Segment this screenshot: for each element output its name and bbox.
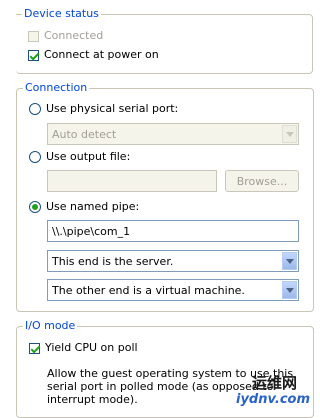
named-pipe-row[interactable]: Use named pipe: [29,200,139,214]
chevron-down-icon[interactable] [282,252,297,270]
yield-cpu-row[interactable]: Yield CPU on poll [29,341,138,355]
connected-checkbox[interactable] [28,30,39,42]
other-end-value: The other end is a virtual machine. [52,283,245,297]
connected-label: Connected [44,29,104,42]
physical-serial-label: Use physical serial port: [46,102,179,115]
connect-at-power-on-checkbox[interactable] [28,49,39,61]
connect-at-power-on-row[interactable]: Connect at power on [28,48,159,62]
other-end-dropdown[interactable]: The other end is a virtual machine. [47,279,299,301]
this-end-value: This end is the server. [52,254,174,268]
output-file-label: Use output file: [46,150,131,163]
connection-legend: Connection [23,81,90,95]
browse-button[interactable]: Browse... [225,170,299,192]
yield-cpu-label: Yield CPU on poll [45,341,138,354]
device-status-legend: Device status [22,7,101,21]
chevron-down-icon [282,125,297,143]
physical-serial-radio[interactable] [29,103,41,115]
pipe-name-value: \\.\pipe\com_1 [52,224,131,238]
yield-cpu-checkbox[interactable] [29,342,40,354]
named-pipe-radio[interactable] [29,201,41,213]
output-file-radio[interactable] [29,151,41,163]
device-status-group: Device status Connected Connect at power… [16,7,313,74]
pipe-name-input[interactable]: \\.\pipe\com_1 [47,220,299,242]
named-pipe-label: Use named pipe: [46,200,140,213]
watermark-url: iydnv.com [236,392,311,407]
connected-checkbox-row[interactable]: Connected [28,29,103,43]
output-file-input[interactable] [47,170,217,192]
this-end-dropdown[interactable]: This end is the server. [47,250,299,272]
physical-serial-dropdown-value: Auto detect [52,127,117,141]
watermark-logo: 运维网 [252,374,298,392]
chevron-down-icon[interactable] [282,281,297,299]
output-file-row[interactable]: Use output file: [29,150,130,164]
physical-serial-dropdown[interactable]: Auto detect [47,123,299,145]
physical-serial-row[interactable]: Use physical serial port: [29,102,178,116]
io-mode-legend: I/O mode [23,319,78,333]
connect-at-power-on-label: Connect at power on [44,48,159,61]
connection-group: Connection Use physical serial port: Aut… [16,81,314,312]
